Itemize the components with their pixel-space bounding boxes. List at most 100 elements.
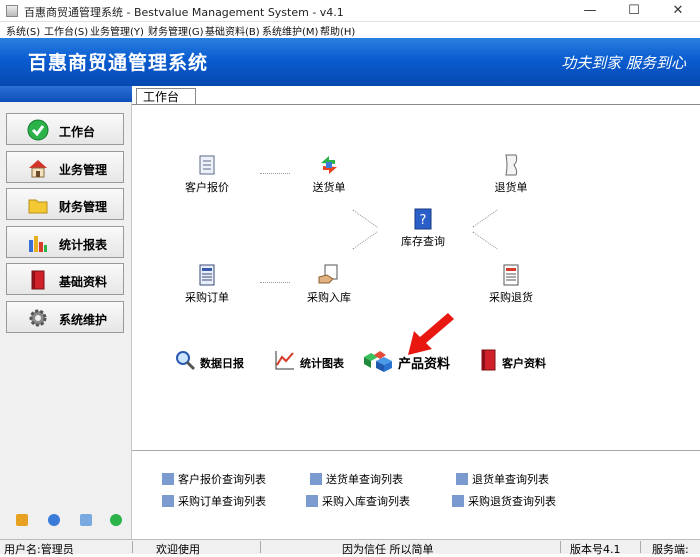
- house-icon: [29, 160, 47, 178]
- link-return-note-list[interactable]: 退货单查询列表: [456, 471, 549, 487]
- menu-bar: 系统(S) 工作台(S) 业务管理(Y) 财务管理(G) 基础资料(B) 系统维…: [0, 22, 700, 38]
- tool-label: 客户资料: [502, 357, 546, 370]
- node-label: 采购入库: [307, 291, 351, 304]
- link-purchase-order-list[interactable]: 采购订单查询列表: [162, 493, 266, 509]
- status-motto: 因为信任 所以简单: [342, 543, 434, 556]
- divider: [560, 541, 561, 553]
- header-banner: 百惠商贸通管理系统 功夫到家 服务到心: [0, 38, 700, 86]
- sidebar: 工作台 业务管理 财务管理 统计报表 基础资料 系统维护: [0, 86, 132, 539]
- tool-daily-report[interactable]: 数据日报: [174, 349, 254, 373]
- list-icon: [456, 473, 468, 485]
- svg-text:?: ?: [420, 213, 427, 228]
- tab-strip: 工作台: [132, 86, 700, 106]
- red-book-icon: [481, 349, 496, 371]
- slogan: 功夫到家 服务到心: [561, 54, 686, 72]
- node-purchase-order[interactable]: 采购订单: [176, 263, 238, 305]
- recycle-arrows-icon: [321, 156, 337, 174]
- key-icon[interactable]: [16, 514, 28, 526]
- workbench-area: 客户报价 送货单 退货单 ? 库存查询 采购订单 采购入库 采购退货 数据日报 …: [132, 104, 700, 450]
- connector: [352, 231, 378, 250]
- link-label: 退货单查询列表: [472, 473, 549, 486]
- handshake-doc-icon: [318, 264, 338, 284]
- window-title: 百惠商贸通管理系统 - Bestvalue Management System …: [24, 6, 344, 19]
- node-label: 采购订单: [185, 291, 229, 304]
- link-purchase-inbound-list[interactable]: 采购入库查询列表: [306, 493, 410, 509]
- node-label: 退货单: [494, 181, 528, 194]
- node-purchase-inbound[interactable]: 采购入库: [298, 263, 360, 305]
- gear-icon: [29, 309, 47, 327]
- node-delivery-note[interactable]: 送货单: [298, 153, 360, 195]
- menu-help[interactable]: 帮助(H): [320, 23, 355, 38]
- line-chart-icon: [275, 351, 294, 370]
- link-delivery-note-list[interactable]: 送货单查询列表: [310, 471, 403, 487]
- divider: [132, 541, 133, 553]
- tool-stats-chart[interactable]: 统计图表: [274, 349, 354, 373]
- sidebar-item-finance[interactable]: 财务管理: [6, 188, 124, 220]
- sidebar-item-label: 工作台: [59, 125, 96, 139]
- sidebar-item-label: 财务管理: [59, 200, 108, 214]
- sidebar-item-label: 业务管理: [59, 163, 108, 177]
- menu-finance[interactable]: 财务管理(G): [148, 23, 204, 38]
- sidebar-item-basic-data[interactable]: 基础资料: [6, 263, 124, 295]
- maximize-button[interactable]: ☐: [612, 0, 656, 22]
- connector: [472, 231, 498, 250]
- menu-maintenance[interactable]: 系统维护(M): [262, 23, 318, 38]
- sidebar-item-workbench[interactable]: 工作台: [6, 113, 124, 145]
- magnifier-icon: [176, 351, 196, 371]
- list-icon: [306, 495, 318, 507]
- divider: [640, 541, 641, 553]
- back-arrow-icon[interactable]: [110, 514, 122, 526]
- order-form-icon: [199, 264, 215, 286]
- sidebar-item-reports[interactable]: 统计报表: [6, 226, 124, 258]
- close-button[interactable]: ✕: [656, 0, 700, 22]
- connector: [352, 209, 378, 228]
- node-label: 采购退货: [489, 291, 533, 304]
- tool-label: 数据日报: [200, 357, 244, 370]
- search-icon[interactable]: [80, 514, 92, 526]
- link-label: 送货单查询列表: [326, 473, 403, 486]
- divider: [260, 541, 261, 553]
- help-book-icon: ?: [414, 208, 432, 230]
- tool-customer-info[interactable]: 客户资料: [478, 349, 558, 373]
- sidebar-item-maintenance[interactable]: 系统维护: [6, 301, 124, 333]
- list-icon: [162, 495, 174, 507]
- paper-icon: [505, 154, 518, 176]
- status-server: 服务端:: [652, 543, 689, 556]
- status-welcome: 欢迎使用: [156, 543, 200, 556]
- link-label: 采购入库查询列表: [322, 495, 410, 508]
- scroll-icon: [199, 155, 215, 175]
- red-arrow-annotation: [408, 313, 454, 355]
- connector: [260, 173, 290, 174]
- link-purchase-return-list[interactable]: 采购退货查询列表: [452, 493, 556, 509]
- node-customer-quote[interactable]: 客户报价: [176, 153, 238, 195]
- title-bar: 百惠商贸通管理系统 - Bestvalue Management System …: [0, 0, 700, 22]
- node-inventory-query[interactable]: ? 库存查询: [392, 207, 454, 249]
- status-user: 用户名:管理员: [4, 543, 74, 556]
- connector: [472, 209, 498, 228]
- menu-workbench[interactable]: 工作台(S): [44, 23, 88, 38]
- checkmark-icon: [27, 119, 49, 141]
- node-label: 客户报价: [185, 181, 229, 194]
- link-label: 客户报价查询列表: [178, 473, 266, 486]
- list-icon: [310, 473, 322, 485]
- menu-basic-data[interactable]: 基础资料(B): [205, 23, 260, 38]
- node-label: 库存查询: [401, 235, 445, 248]
- node-return-note[interactable]: 退货单: [480, 153, 542, 195]
- status-version: 版本号4.1: [570, 543, 621, 556]
- menu-system[interactable]: 系统(S): [6, 23, 40, 38]
- node-purchase-return[interactable]: 采购退货: [480, 263, 542, 305]
- list-icon: [162, 473, 174, 485]
- sidebar-item-label: 统计报表: [59, 238, 108, 252]
- link-label: 采购订单查询列表: [178, 495, 266, 508]
- minimize-button[interactable]: —: [568, 0, 612, 22]
- link-customer-quote-list[interactable]: 客户报价查询列表: [162, 471, 266, 487]
- document-icon: [503, 264, 519, 286]
- bar-chart-icon: [29, 236, 47, 252]
- cubes-icon: [364, 351, 392, 372]
- query-links-panel: 客户报价查询列表 送货单查询列表 退货单查询列表 采购订单查询列表 采购入库查询…: [132, 450, 700, 539]
- app-name: 百惠商贸通管理系统: [28, 52, 209, 74]
- clock-icon[interactable]: [48, 514, 60, 526]
- status-bar: 用户名:管理员 欢迎使用 因为信任 所以简单 版本号4.1 服务端:: [0, 539, 700, 556]
- sidebar-item-business[interactable]: 业务管理: [6, 151, 124, 183]
- menu-business[interactable]: 业务管理(Y): [90, 23, 144, 38]
